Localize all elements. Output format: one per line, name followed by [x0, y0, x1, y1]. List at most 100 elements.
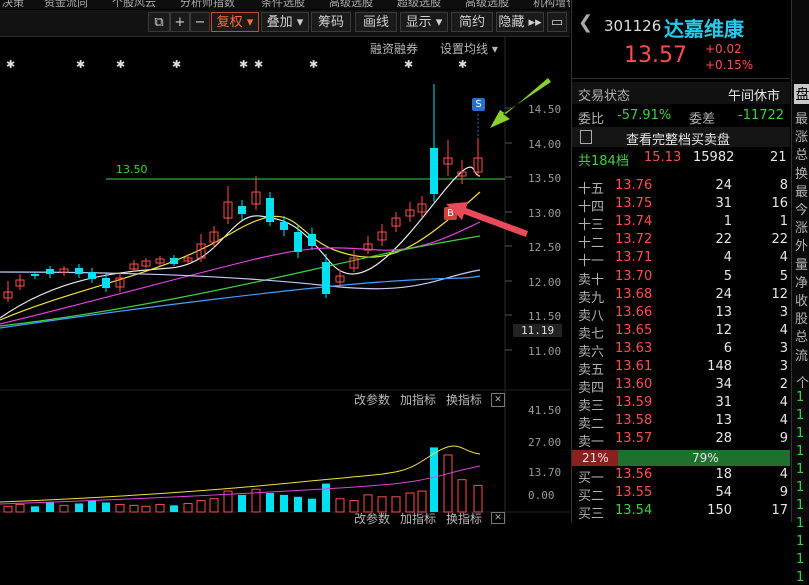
- top-menu-item[interactable]: 超级选股: [397, 0, 441, 9]
- add-indicator-link[interactable]: 加指标: [400, 391, 436, 408]
- side-value: 1: [796, 570, 805, 585]
- order-level-label: 卖十: [578, 272, 605, 288]
- candlestick: [3, 281, 13, 302]
- hide-panel-button[interactable]: 隐藏 ▸▸: [496, 12, 544, 32]
- order-level-label: 十三: [578, 218, 605, 234]
- chart-toolbar: ⧉ + − 复权 ▾ 叠加 ▾ 筹码 画线 显示 ▾ 简约 隐藏 ▸▸ ▭: [0, 10, 570, 37]
- sell-signal-badge[interactable]: S: [472, 98, 485, 111]
- ask-row[interactable]: 卖十 13.70 5 5: [572, 269, 790, 288]
- switch-indicator-link[interactable]: 换指标: [446, 391, 482, 408]
- volume-bar: [335, 498, 345, 513]
- top-menu-item[interactable]: 机构增仓: [533, 0, 570, 9]
- order-price: 13.72: [615, 232, 653, 248]
- volume-bar: [457, 479, 467, 513]
- volume-bar: [115, 503, 125, 513]
- order-volume: 18: [715, 467, 732, 482]
- switch-indicator-link-2[interactable]: 换指标: [446, 510, 482, 527]
- chip-distribution-button[interactable]: 筹码: [311, 12, 351, 32]
- event-star-icon[interactable]: ✱: [404, 58, 413, 71]
- draw-line-button[interactable]: 画线: [355, 12, 397, 32]
- display-dropdown[interactable]: 显示 ▾: [400, 12, 448, 32]
- total-count: 21: [770, 150, 787, 165]
- ask-row[interactable]: 卖五 13.61 148 3: [572, 359, 790, 378]
- price-tick: 13.50: [528, 172, 562, 185]
- ask-row[interactable]: 十一 13.71 4 4: [572, 250, 790, 269]
- side-label: 收: [795, 294, 809, 309]
- simple-mode-button[interactable]: 简约: [451, 12, 493, 32]
- full-book-row[interactable]: 查看完整档买卖盘: [572, 127, 790, 148]
- event-star-icon[interactable]: ✱: [239, 58, 248, 71]
- prev-stock-icon[interactable]: ❮: [578, 12, 593, 33]
- event-star-icon[interactable]: ✱: [254, 58, 263, 71]
- full-book-link[interactable]: 查看完整档买卖盘: [626, 129, 730, 148]
- ask-row[interactable]: 卖二 13.58 13 4: [572, 413, 790, 432]
- adjust-price-dropdown[interactable]: 复权 ▾: [211, 12, 259, 32]
- event-star-icon[interactable]: ✱: [172, 58, 181, 71]
- edit-params-link[interactable]: 改参数: [354, 391, 390, 408]
- price-tick: 12.50: [528, 241, 562, 254]
- volume-bar: [209, 498, 219, 513]
- order-count: 9: [779, 431, 788, 447]
- candlestick: [170, 255, 178, 266]
- bid-row[interactable]: 买三 13.54 150 17: [572, 503, 790, 522]
- margin-trading-link[interactable]: 融资融券: [370, 40, 418, 57]
- candlestick: [46, 266, 54, 278]
- top-menu-item[interactable]: 高级选股: [465, 0, 509, 9]
- ask-row[interactable]: 卖七 13.65 12 4: [572, 323, 790, 342]
- edit-params-link-2[interactable]: 改参数: [354, 510, 390, 527]
- ask-row[interactable]: 卖四 13.60 34 2: [572, 377, 790, 396]
- top-menu-item[interactable]: 分析师指数: [180, 0, 235, 9]
- candlestick: [473, 138, 483, 176]
- ask-row[interactable]: 卖六 13.63 6 3: [572, 340, 790, 360]
- ask-row[interactable]: 卖九 13.68 24 12: [572, 287, 790, 306]
- volume-bar: [75, 503, 83, 512]
- kline-chart-area[interactable]: 融资融券 设置均线 ▾ ✱ ✱ ✱ ✱ ✱ ✱ ✱ ✱ ✱ 14.50 14.00 13.50 …: [0, 36, 570, 526]
- ask-row[interactable]: 十二 13.72 22 22: [572, 232, 790, 251]
- order-price: 13.57: [615, 431, 653, 447]
- overlay-dropdown[interactable]: 叠加 ▾: [261, 12, 309, 32]
- order-volume: 6: [723, 340, 732, 356]
- zoom-out-button[interactable]: −: [190, 12, 210, 32]
- order-level-label: 卖一: [578, 435, 605, 451]
- zoom-in-button[interactable]: +: [170, 12, 190, 32]
- top-menu-item[interactable]: 条件选股: [261, 0, 305, 9]
- volume-bar: [15, 503, 25, 513]
- bid-row[interactable]: 买一 13.56 18 4: [572, 467, 790, 486]
- order-level-label: 卖三: [578, 399, 605, 415]
- ask-row[interactable]: 卖一 13.57 28 9: [572, 431, 790, 451]
- top-menu-item[interactable]: 决策: [2, 0, 24, 9]
- candlestick: [405, 202, 415, 222]
- top-menu-item[interactable]: 资金流向: [44, 0, 88, 9]
- top-menu-item[interactable]: 个股风云: [112, 0, 156, 9]
- expand-icon[interactable]: ▭: [547, 12, 567, 32]
- add-indicator-link-2[interactable]: 加指标: [400, 510, 436, 527]
- ask-row[interactable]: 十四 13.75 31 16: [572, 196, 790, 215]
- order-volume: 1: [723, 214, 732, 230]
- volume-bar: [430, 447, 438, 512]
- close-indicator-icon[interactable]: ✕: [491, 393, 505, 407]
- ask-row[interactable]: 卖三 13.59 31 4: [572, 395, 790, 415]
- side-label: 总: [795, 148, 809, 164]
- event-star-icon[interactable]: ✱: [116, 58, 125, 71]
- price-change-pct: +0.15%: [705, 58, 754, 72]
- side-label: 换: [795, 166, 809, 182]
- event-star-icon[interactable]: ✱: [76, 58, 85, 71]
- ask-row[interactable]: 十三 13.74 1 1: [572, 214, 790, 234]
- side-tab[interactable]: 盘: [794, 84, 809, 104]
- volume-bar: [266, 493, 274, 512]
- ma-settings-dropdown[interactable]: 设置均线 ▾: [440, 40, 498, 57]
- window-icon[interactable]: ⧉: [148, 12, 170, 32]
- event-star-icon[interactable]: ✱: [6, 58, 15, 71]
- buy-signal-badge[interactable]: B: [444, 207, 457, 220]
- current-price: 13.57: [624, 43, 687, 68]
- bid-ask-ratio-row: 委比 -57.91% 委差 -11722: [572, 106, 790, 127]
- event-star-icon[interactable]: ✱: [309, 58, 318, 71]
- event-star-icon[interactable]: ✱: [458, 58, 467, 71]
- order-level-label: 十五: [578, 182, 605, 197]
- ask-row[interactable]: 卖八 13.66 13 3: [572, 305, 790, 324]
- ask-row[interactable]: 十五 13.76 24 8: [572, 178, 790, 197]
- close-indicator-icon-2[interactable]: ✕: [491, 512, 505, 524]
- bid-row[interactable]: 买二 13.55 54 9: [572, 485, 790, 504]
- top-menu-item[interactable]: 高级选股: [329, 0, 373, 9]
- order-count: 3: [779, 340, 788, 356]
